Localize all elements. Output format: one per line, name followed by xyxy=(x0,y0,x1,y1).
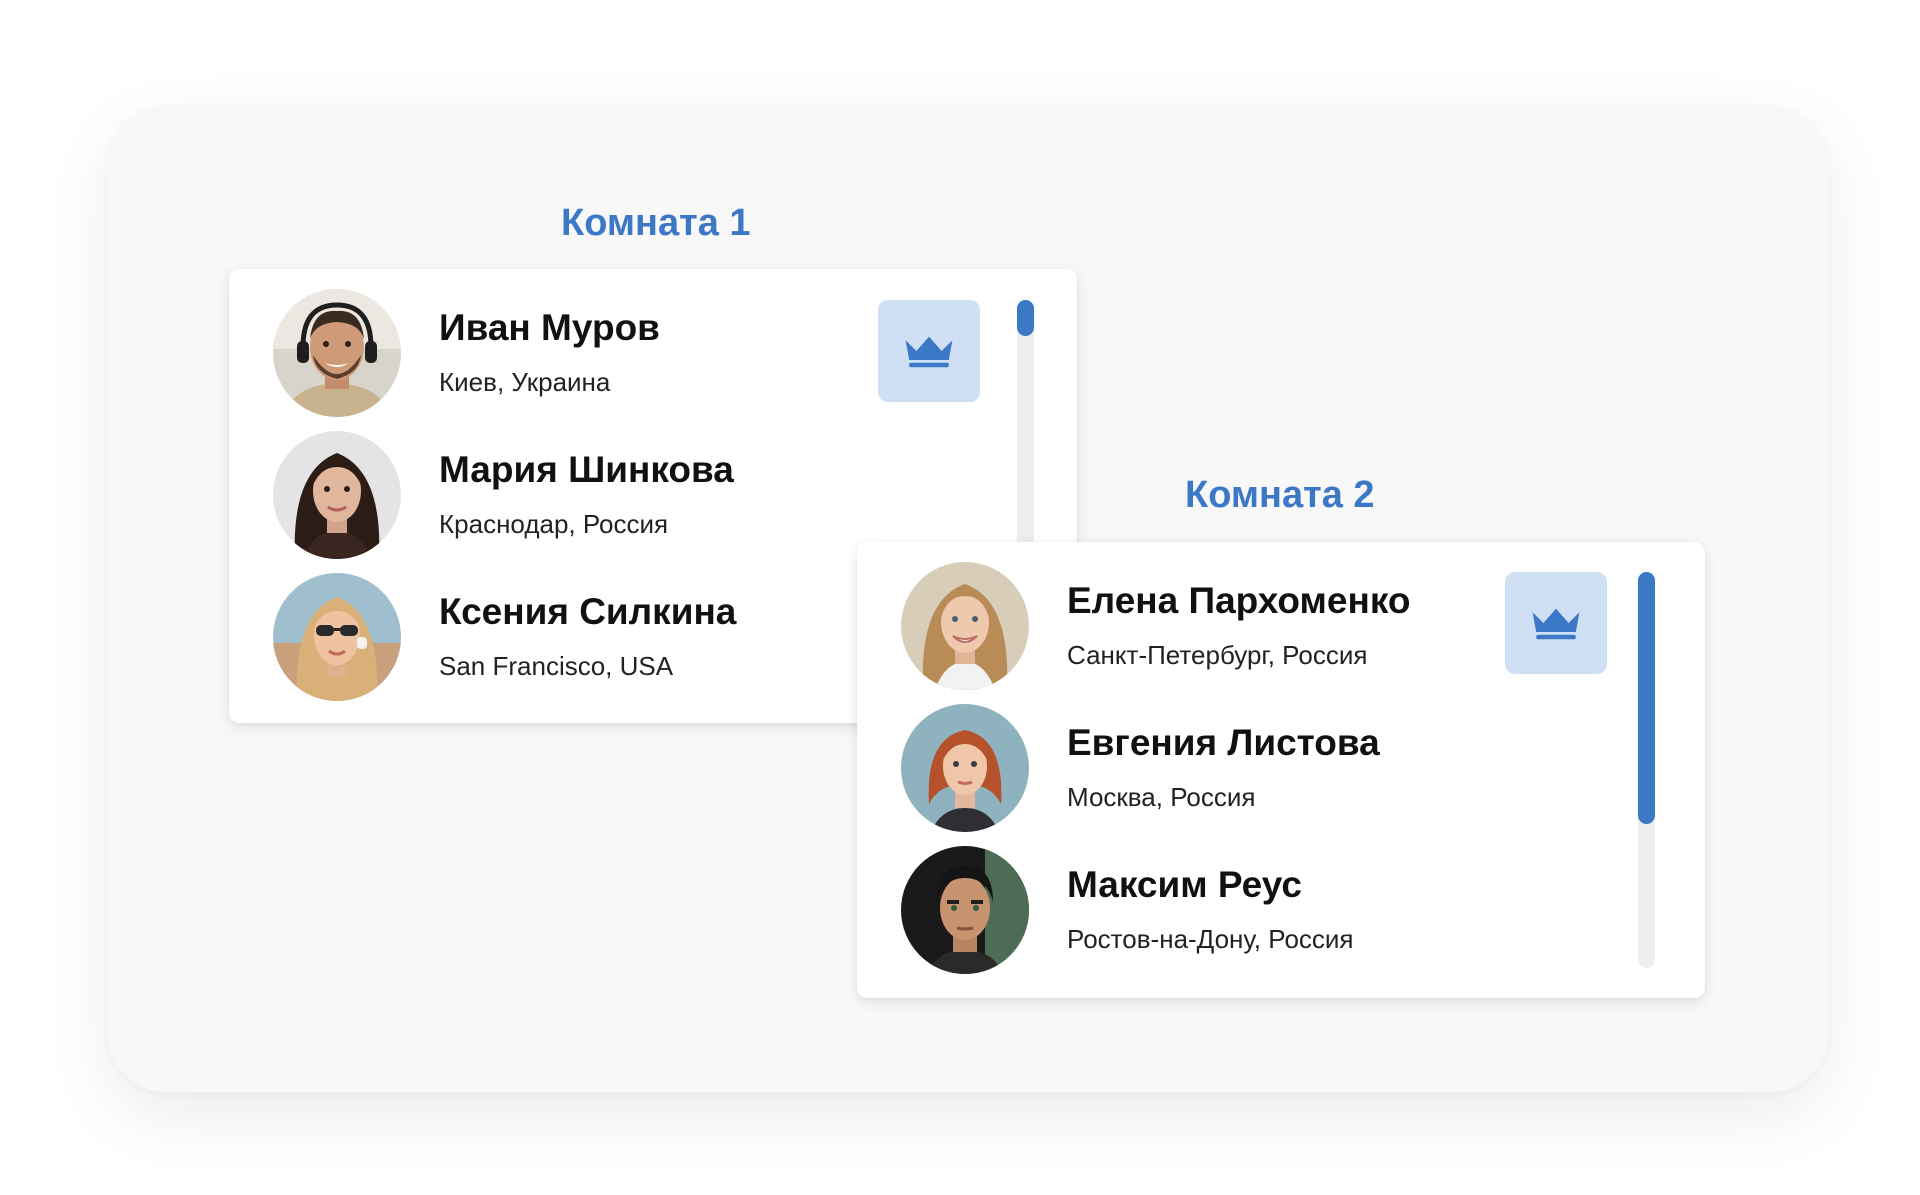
avatar xyxy=(273,289,401,417)
room-owner-button[interactable] xyxy=(878,300,980,402)
scrollbar-thumb[interactable] xyxy=(1638,572,1655,824)
avatar xyxy=(273,431,401,559)
crown-icon xyxy=(1529,605,1583,641)
member-row[interactable]: Иван Муров Киев, Украина xyxy=(273,289,873,417)
member-city: Москва, Россия xyxy=(1067,782,1256,812)
avatar-woman-dark-hair-icon xyxy=(273,431,401,559)
avatar-woman-blonde-icon xyxy=(901,562,1029,690)
avatar xyxy=(901,846,1029,974)
room-owner-button[interactable] xyxy=(1505,572,1607,674)
member-city: Краснодар, Россия xyxy=(439,509,669,539)
member-name: Иван Муров xyxy=(439,307,660,348)
member-row[interactable]: Мария Шинкова Краснодар, Россия xyxy=(273,431,873,559)
member-name: Мария Шинкова xyxy=(439,449,734,490)
avatar-woman-sunglasses-icon xyxy=(273,573,401,701)
member-city: Киев, Украина xyxy=(439,367,611,397)
member-city: Санкт-Петербург, Россия xyxy=(1067,640,1368,670)
scrollbar-thumb[interactable] xyxy=(1017,300,1034,336)
avatar-woman-red-bob-icon xyxy=(901,704,1029,832)
member-row[interactable]: Ксения Силкина San Francisco, USA xyxy=(273,573,873,701)
room-1-title: Комната 1 xyxy=(561,202,751,244)
avatar xyxy=(901,562,1029,690)
member-row[interactable]: Евгения Листова Москва, Россия xyxy=(901,704,1501,832)
member-city: Ростов-на-Дону, Россия xyxy=(1067,924,1354,954)
room-2-member-list: Елена Пархоменко Санкт-Петербург, Россия… xyxy=(857,542,1705,998)
member-row[interactable]: Елена Пархоменко Санкт-Петербург, Россия xyxy=(901,562,1501,690)
member-name: Елена Пархоменко xyxy=(1067,580,1411,621)
avatar-man-dark-hair-icon xyxy=(901,846,1029,974)
room-2-title: Комната 2 xyxy=(1185,474,1375,516)
stage: Комната 1 Иван Муров Киев, Украина Мария… xyxy=(0,0,1920,1195)
member-name: Ксения Силкина xyxy=(439,591,737,632)
member-city: San Francisco, USA xyxy=(439,651,674,681)
avatar xyxy=(273,573,401,701)
member-name: Евгения Листова xyxy=(1067,722,1380,763)
avatar-man-headset-icon xyxy=(273,289,401,417)
member-row[interactable]: Максим Реус Ростов-на-Дону, Россия xyxy=(901,846,1501,974)
scrollbar[interactable] xyxy=(1638,572,1655,968)
avatar xyxy=(901,704,1029,832)
member-name: Максим Реус xyxy=(1067,864,1302,905)
crown-icon xyxy=(902,333,956,369)
